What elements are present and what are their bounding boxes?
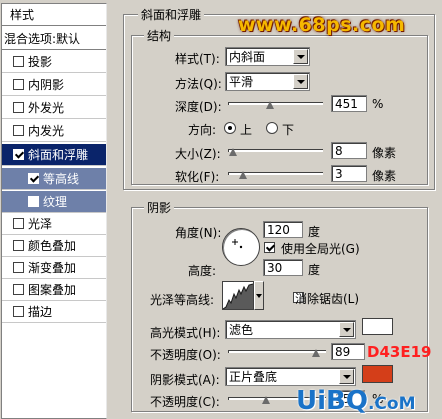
size-slider-track[interactable]: [228, 149, 323, 152]
depth-slider-handle[interactable]: [266, 101, 275, 110]
texture-checkbox[interactable]: [28, 196, 39, 207]
shadow-mode-label: 阴影模式(A):: [150, 373, 220, 387]
chevron-down-icon: [339, 322, 354, 337]
top-watermark: www.68ps.com: [238, 14, 406, 36]
shadow-color-swatch[interactable]: [362, 365, 393, 383]
bevel-emboss-checkbox[interactable]: [13, 149, 24, 160]
highlight-color-swatch[interactable]: [362, 318, 393, 335]
soften-input[interactable]: 3: [331, 165, 367, 182]
stroke-checkbox[interactable]: [13, 306, 24, 317]
angle-crosshair-icon: [232, 239, 243, 249]
gloss-contour-dropdown[interactable]: [254, 281, 264, 310]
size-label: 大小(Z):: [175, 147, 221, 161]
bevel-style-select[interactable]: 内斜面: [225, 47, 310, 66]
technique-select[interactable]: 平滑: [225, 72, 310, 91]
color-overlay-checkbox[interactable]: [13, 240, 24, 251]
highlight-mode-label: 高光模式(H):: [150, 326, 221, 340]
shadow-opacity-slider-handle[interactable]: [262, 396, 271, 405]
style-item-stroke[interactable]: 描边: [2, 301, 106, 323]
highlight-mode-select[interactable]: 滤色: [225, 320, 356, 339]
style-list-header: 样式: [2, 4, 106, 26]
chevron-down-icon: [256, 294, 262, 298]
shadow-opacity-label: 不透明度(C):: [150, 395, 220, 409]
style-item-texture[interactable]: 纹理: [2, 191, 106, 213]
style-item-color-overlay[interactable]: 颜色叠加: [2, 235, 106, 257]
size-slider-handle[interactable]: [229, 148, 238, 157]
contour-curve-icon: [222, 282, 254, 310]
depth-label: 深度(D):: [175, 100, 222, 114]
depth-input[interactable]: 451: [331, 95, 367, 112]
soften-label: 软化(F):: [175, 170, 220, 184]
structure-title: 结构: [144, 27, 175, 44]
angle-label: 角度(N):: [175, 226, 222, 240]
blend-options-item[interactable]: 混合选项:默认: [2, 28, 106, 50]
gloss-contour-preview[interactable]: [222, 281, 254, 310]
shadow-mode-select[interactable]: 正片叠底: [225, 367, 356, 386]
direction-up-radio[interactable]: [224, 122, 236, 134]
inner-shadow-checkbox[interactable]: [13, 79, 24, 90]
highlight-opacity-input[interactable]: 89: [331, 343, 365, 360]
bottom-watermark: UiBQ.CoM: [296, 386, 416, 416]
angle-unit: 度: [308, 225, 321, 239]
soften-slider-handle[interactable]: [239, 171, 248, 180]
direction-label: 方向:: [188, 123, 217, 137]
global-light-label: 使用全局光(G): [281, 242, 360, 256]
shading-title: 阴影: [144, 199, 175, 216]
size-unit: 像素: [372, 146, 397, 160]
chevron-down-icon: [293, 74, 308, 89]
antialias-label: 消除锯齿(L): [295, 292, 360, 306]
chevron-down-icon: [339, 369, 354, 384]
altitude-input[interactable]: 30: [263, 259, 303, 276]
outer-glow-checkbox[interactable]: [13, 102, 24, 113]
style-item-inner-shadow[interactable]: 内阴影: [2, 74, 106, 96]
pattern-overlay-checkbox[interactable]: [13, 284, 24, 295]
soften-unit: 像素: [372, 169, 397, 183]
depth-unit: %: [372, 97, 384, 111]
style-item-outer-glow[interactable]: 外发光: [2, 97, 106, 119]
depth-slider-track[interactable]: [228, 102, 323, 105]
highlight-opacity-label: 不透明度(O):: [150, 348, 221, 362]
chevron-down-icon: [293, 49, 308, 64]
style-item-drop-shadow[interactable]: 投影: [2, 51, 106, 73]
direction-down-label: 下: [282, 123, 295, 137]
size-input[interactable]: 8: [331, 142, 367, 159]
gloss-contour-label: 光泽等高线:: [150, 293, 215, 307]
technique-label: 方法(Q):: [175, 77, 222, 91]
altitude-unit: 度: [308, 263, 321, 277]
gradient-overlay-checkbox[interactable]: [13, 262, 24, 273]
angle-input[interactable]: 120: [263, 221, 303, 238]
style-item-gradient-overlay[interactable]: 渐变叠加: [2, 257, 106, 279]
bevel-emboss-title: 斜面和浮雕: [138, 6, 205, 23]
highlight-opacity-slider-handle[interactable]: [312, 349, 321, 358]
style-item-pattern-overlay[interactable]: 图案叠加: [2, 279, 106, 301]
style-item-inner-glow[interactable]: 内发光: [2, 120, 106, 142]
drop-shadow-checkbox[interactable]: [13, 56, 24, 67]
satin-checkbox[interactable]: [13, 218, 24, 229]
angle-dial[interactable]: [222, 228, 260, 266]
style-item-satin[interactable]: 光泽: [2, 213, 106, 235]
contour-checkbox[interactable]: [28, 173, 39, 184]
shadow-hex-annotation: D43E19: [367, 343, 432, 361]
style-item-bevel-emboss[interactable]: 斜面和浮雕: [2, 144, 106, 166]
style-label: 样式(T):: [175, 52, 220, 66]
direction-down-radio[interactable]: [266, 122, 278, 134]
direction-up-label: 上: [240, 123, 253, 137]
inner-glow-checkbox[interactable]: [13, 125, 24, 136]
style-list-panel: 样式 混合选项:默认 投影 内阴影 外发光 内发光 斜面和浮雕 等高线 纹理 光…: [1, 3, 107, 419]
global-light-checkbox[interactable]: [264, 242, 275, 253]
style-item-contour[interactable]: 等高线: [2, 168, 106, 190]
altitude-label: 高度:: [188, 264, 217, 278]
